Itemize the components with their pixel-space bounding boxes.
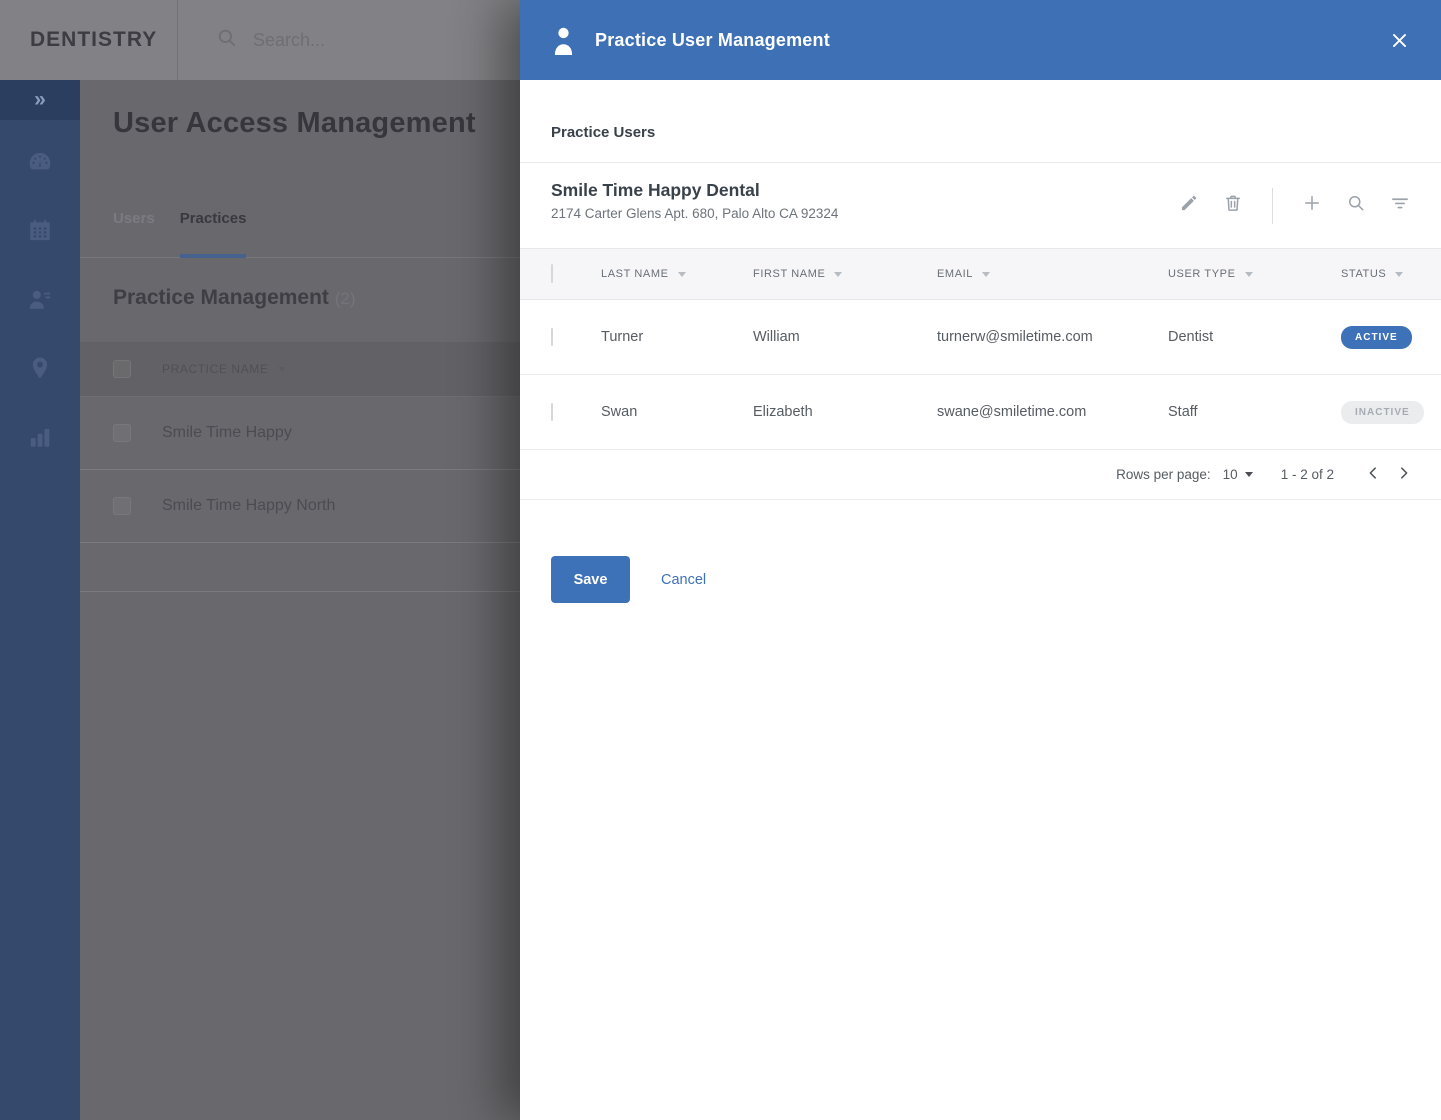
status-badge: INACTIVE (1341, 400, 1424, 424)
sort-caret-icon (1244, 271, 1253, 277)
filter-button[interactable] (1389, 195, 1411, 217)
sort-caret-icon (1395, 271, 1404, 277)
pagination-range: 1 - 2 of 2 (1280, 467, 1334, 482)
column-label: USER TYPE (1168, 268, 1236, 280)
column-first-name[interactable]: FIRST NAME (753, 268, 937, 280)
practice-users-label: Practice Users (520, 80, 1441, 163)
filter-icon (1390, 193, 1410, 218)
chevron-left-icon (1366, 466, 1380, 483)
search-users-button[interactable] (1345, 195, 1367, 217)
user-table-toolbar (1178, 187, 1411, 224)
column-user-type[interactable]: USER TYPE (1168, 268, 1341, 280)
chevron-down-icon (1244, 472, 1253, 477)
row-checkbox[interactable] (551, 328, 553, 346)
user-type-cell: Staff (1168, 404, 1198, 420)
column-label: EMAIL (937, 268, 974, 280)
toolbar-divider (1272, 187, 1273, 224)
add-user-button[interactable] (1301, 195, 1323, 217)
email-cell: swane@smiletime.com (937, 404, 1087, 420)
rows-per-page-value: 10 (1222, 467, 1238, 482)
modal-title: Practice User Management (595, 29, 830, 50)
user-icon (550, 26, 577, 55)
column-label: LAST NAME (601, 268, 669, 280)
close-icon[interactable] (1387, 28, 1411, 52)
delete-button[interactable] (1222, 195, 1244, 217)
first-name-cell: Elizabeth (753, 404, 813, 420)
modal-header: Practice User Management (520, 0, 1441, 80)
column-email[interactable]: EMAIL (937, 268, 1168, 280)
pagination: Rows per page: 10 1 - 2 of 2 (520, 450, 1441, 500)
user-type-cell: Dentist (1168, 329, 1214, 345)
modal-actions: Save Cancel (551, 556, 1441, 603)
sort-caret-icon (677, 271, 686, 277)
row-checkbox[interactable] (551, 403, 553, 421)
column-label: STATUS (1341, 268, 1387, 280)
save-button[interactable]: Save (551, 556, 630, 603)
plus-icon (1302, 193, 1322, 218)
practice-user-management-modal: Practice User Management Practice Users … (520, 0, 1441, 1120)
column-last-name[interactable]: LAST NAME (601, 268, 753, 280)
status-badge: ACTIVE (1341, 325, 1412, 349)
sort-caret-icon (982, 271, 991, 277)
previous-page-button[interactable] (1364, 466, 1382, 484)
pencil-icon (1179, 193, 1199, 218)
user-row[interactable]: Swan Elizabeth swane@smiletime.com Staff… (520, 375, 1441, 450)
chevron-right-icon (1397, 466, 1411, 483)
rows-per-page-select[interactable]: 10 (1223, 467, 1253, 482)
select-all-checkbox[interactable] (551, 264, 553, 283)
next-page-button[interactable] (1395, 466, 1413, 484)
first-name-cell: William (753, 329, 800, 345)
sort-caret-icon (834, 271, 843, 277)
user-table-header: LAST NAME FIRST NAME EMAIL USER TYPE STA… (520, 248, 1441, 300)
screen: DENTISTRY Search... » User Access Manage… (0, 0, 1441, 1120)
last-name-cell: Turner (601, 329, 644, 345)
edit-button[interactable] (1178, 195, 1200, 217)
trash-icon (1223, 193, 1243, 218)
practice-info: Smile Time Happy Dental 2174 Carter Glen… (520, 163, 1441, 248)
cancel-button[interactable]: Cancel (661, 572, 706, 588)
rows-per-page-label: Rows per page: (1116, 467, 1211, 482)
user-row[interactable]: Turner William turnerw@smiletime.com Den… (520, 300, 1441, 375)
column-status[interactable]: STATUS (1341, 268, 1423, 280)
email-cell: turnerw@smiletime.com (937, 329, 1093, 345)
column-label: FIRST NAME (753, 268, 826, 280)
search-icon (1346, 193, 1366, 218)
last-name-cell: Swan (601, 404, 638, 420)
